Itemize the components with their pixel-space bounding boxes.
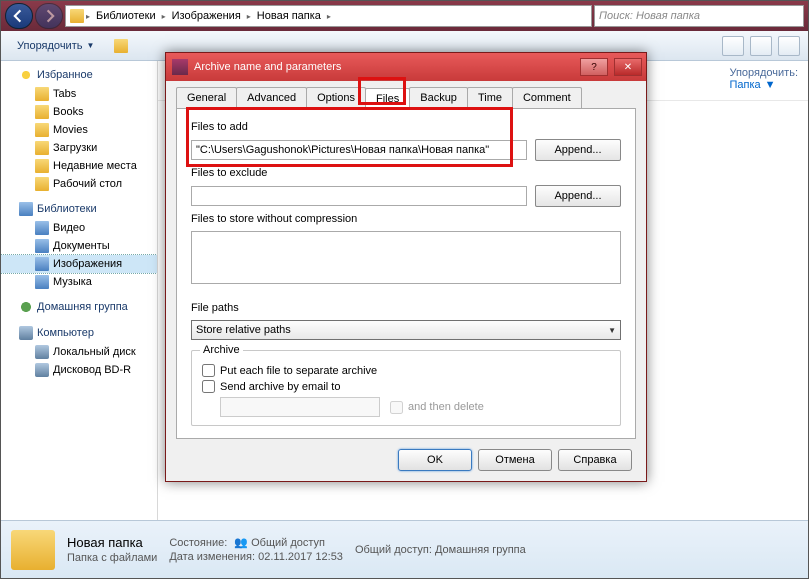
homegroup-icon (19, 300, 33, 314)
back-button[interactable] (5, 3, 33, 29)
disc-icon (35, 363, 49, 377)
status-state: Общий доступ (251, 537, 325, 549)
folder-icon[interactable] (114, 39, 128, 53)
ok-button[interactable]: OK (398, 449, 472, 471)
close-button[interactable]: ✕ (614, 58, 642, 76)
tab-content-files: Files to add Append... Files to exclude … (176, 109, 636, 439)
sidebar-homegroup[interactable]: Домашняя группа (1, 297, 157, 317)
put-separate-checkbox[interactable]: Put each file to separate archive (202, 364, 610, 377)
tab-advanced[interactable]: Advanced (236, 87, 307, 108)
preview-icon[interactable] (750, 36, 772, 56)
and-then-delete-checkbox: and then delete (390, 401, 484, 414)
music-icon (35, 275, 49, 289)
sidebar-item[interactable]: Видео (1, 219, 157, 237)
folder-icon (35, 177, 49, 191)
files-to-add-label: Files to add (191, 121, 621, 133)
library-icon (19, 202, 33, 216)
files-no-compress-input[interactable] (191, 231, 621, 284)
sort-dropdown[interactable]: Папка ▼ (729, 79, 798, 91)
append-button[interactable]: Append... (535, 185, 621, 207)
send-email-input (220, 397, 380, 417)
append-button[interactable]: Append... (535, 139, 621, 161)
arrow-right-icon (42, 9, 56, 23)
explorer-sidebar: Избранное Tabs Books Movies Загрузки Нед… (1, 61, 158, 520)
sidebar-item[interactable]: Музыка (1, 273, 157, 291)
search-placeholder: Поиск: Новая папка (599, 10, 700, 22)
explorer-statusbar: Новая папка Папка с файлами Состояние: 👥… (1, 520, 808, 578)
file-paths-dropdown[interactable]: Store relative paths ▼ (191, 320, 621, 340)
computer-icon (19, 326, 33, 340)
sidebar-item[interactable]: Локальный диск (1, 343, 157, 361)
help-icon[interactable] (778, 36, 800, 56)
sidebar-favorites[interactable]: Избранное (1, 65, 157, 85)
tab-files[interactable]: Files (365, 88, 410, 109)
tab-general[interactable]: General (176, 87, 237, 108)
status-type: Папка с файлами (67, 552, 157, 564)
pictures-icon (35, 257, 49, 271)
help-button[interactable]: Справка (558, 449, 632, 471)
sidebar-item[interactable]: Movies (1, 121, 157, 139)
arrow-left-icon (12, 9, 26, 23)
dialog-buttons: OK Отмена Справка (176, 439, 636, 471)
sort-label: Упорядочить: (729, 67, 798, 79)
sidebar-item[interactable]: Документы (1, 237, 157, 255)
breadcrumb[interactable]: Новая папка (253, 9, 325, 23)
sidebar-computer[interactable]: Компьютер (1, 323, 157, 343)
breadcrumb[interactable]: Изображения (168, 9, 245, 23)
folder-icon (35, 105, 49, 119)
drive-icon (35, 345, 49, 359)
tab-time[interactable]: Time (467, 87, 513, 108)
files-to-add-input[interactable] (191, 140, 527, 160)
folder-icon (35, 87, 49, 101)
folder-icon (35, 123, 49, 137)
dialog-title: Archive name and parameters (194, 61, 574, 73)
archive-groupbox: Archive Put each file to separate archiv… (191, 350, 621, 426)
explorer-nav-bar: ▸ Библиотеки ▸ Изображения ▸ Новая папка… (1, 1, 808, 31)
dialog-titlebar[interactable]: Archive name and parameters ? ✕ (166, 53, 646, 81)
tab-comment[interactable]: Comment (512, 87, 582, 108)
files-to-exclude-label: Files to exclude (191, 167, 621, 179)
tab-options[interactable]: Options (306, 87, 366, 108)
cancel-button[interactable]: Отмена (478, 449, 552, 471)
address-bar[interactable]: ▸ Библиотеки ▸ Изображения ▸ Новая папка… (65, 5, 592, 27)
view-icon[interactable] (722, 36, 744, 56)
video-icon (35, 221, 49, 235)
sidebar-libraries[interactable]: Библиотеки (1, 199, 157, 219)
sidebar-item[interactable]: Дисковод BD-R (1, 361, 157, 379)
archive-legend: Archive (200, 344, 243, 356)
folder-icon (35, 141, 49, 155)
forward-button[interactable] (35, 3, 63, 29)
status-share: Домашняя группа (435, 544, 526, 556)
send-email-checkbox[interactable]: Send archive by email to (202, 380, 610, 393)
star-icon (19, 68, 33, 82)
dialog-tabs: General Advanced Options Files Backup Ti… (176, 87, 636, 109)
breadcrumb[interactable]: Библиотеки (92, 9, 160, 23)
file-paths-value: Store relative paths (196, 324, 291, 336)
status-date: 02.11.2017 12:53 (258, 551, 343, 563)
sidebar-item-selected[interactable]: Изображения (1, 255, 157, 273)
folder-large-icon (11, 530, 55, 570)
sidebar-item[interactable]: Недавние места (1, 157, 157, 175)
folder-icon (35, 159, 49, 173)
file-paths-label: File paths (191, 302, 621, 314)
help-button[interactable]: ? (580, 58, 608, 76)
files-to-exclude-input[interactable] (191, 186, 527, 206)
winrar-icon (172, 59, 188, 75)
sidebar-item[interactable]: Рабочий стол (1, 175, 157, 193)
documents-icon (35, 239, 49, 253)
folder-icon (70, 9, 84, 23)
tab-backup[interactable]: Backup (409, 87, 468, 108)
sidebar-item[interactable]: Books (1, 103, 157, 121)
status-name: Новая папка (67, 535, 157, 550)
organize-button[interactable]: Упорядочить ▼ (9, 37, 102, 55)
organize-label: Упорядочить (17, 40, 82, 52)
archive-dialog: Archive name and parameters ? ✕ General … (165, 52, 647, 482)
files-no-compress-label: Files to store without compression (191, 213, 621, 225)
sidebar-item[interactable]: Tabs (1, 85, 157, 103)
search-input[interactable]: Поиск: Новая папка (594, 5, 804, 27)
sidebar-item[interactable]: Загрузки (1, 139, 157, 157)
